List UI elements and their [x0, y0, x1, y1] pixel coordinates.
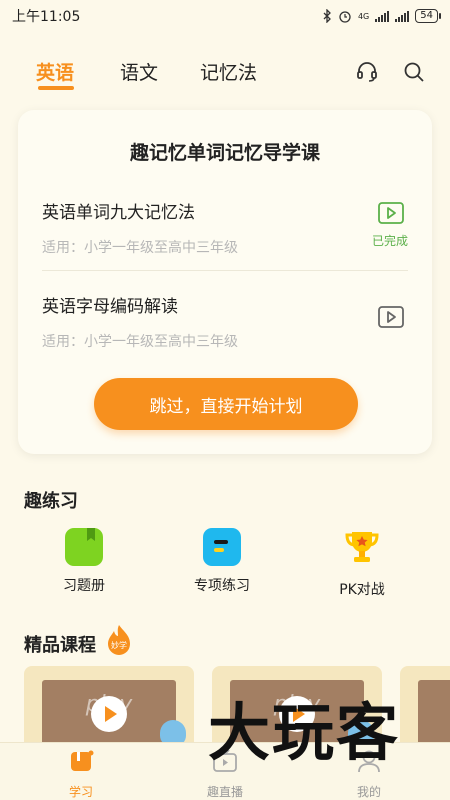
guide-course-card: 趣记忆单词记忆导学课 英语单词九大记忆法 适用：小学一年级至高中三年级 已完成 …	[18, 110, 432, 454]
trophy-icon	[345, 532, 379, 562]
status-bar: 上午11:05 4G 54	[0, 0, 450, 32]
practice-label: 习题册	[63, 578, 105, 594]
signal-icon-2	[395, 10, 410, 22]
practice-label: PK对战	[339, 582, 385, 598]
tab-chinese[interactable]: 语文	[120, 58, 158, 85]
signal-icon	[375, 10, 390, 22]
bluetooth-icon	[323, 9, 331, 23]
bottom-nav-label: 我的	[356, 785, 381, 799]
lesson-item-memory-methods[interactable]: 英语单词九大记忆法 适用：小学一年级至高中三年级 已完成	[42, 198, 408, 257]
watermark-text: 大玩客	[208, 696, 401, 769]
lesson-status: 已完成	[371, 234, 408, 248]
hot-badge-label: 妙学	[111, 640, 127, 650]
guide-title: 趣记忆单词记忆导学课	[129, 142, 320, 164]
battery-icon: 54	[415, 9, 441, 23]
tab-english[interactable]: 英语	[36, 58, 74, 85]
bottom-nav-label: 学习	[68, 785, 93, 799]
lesson-subtitle: 适用：小学一年级至高中三年级	[42, 240, 238, 256]
exercise-book-icon	[65, 528, 103, 566]
lesson-item-letter-coding[interactable]: 英语字母编码解读 适用：小学一年级至高中三年级	[42, 292, 408, 351]
lesson-title: 英语字母编码解读	[42, 297, 178, 317]
tab-memory-method[interactable]: 记忆法	[200, 58, 257, 85]
study-icon	[71, 750, 94, 771]
top-nav: 英语 语文 记忆法	[0, 48, 450, 96]
special-practice-icon	[203, 528, 241, 566]
lesson-divider	[42, 270, 408, 271]
hot-badge-icon: 妙学	[108, 625, 130, 655]
status-time: 上午11:05	[12, 9, 81, 25]
bottom-nav-study[interactable]: 学习	[51, 749, 111, 800]
bottom-nav-label: 趣直播	[206, 785, 243, 799]
lesson-title: 英语单词九大记忆法	[42, 203, 195, 223]
practice-special[interactable]: 专项练习	[177, 528, 267, 595]
alarm-icon	[339, 11, 351, 23]
search-icon[interactable]	[402, 60, 426, 84]
course-thumbnail	[418, 680, 450, 746]
network-label: 4G	[357, 11, 370, 21]
active-tab-indicator	[38, 86, 74, 90]
practice-pk-battle[interactable]: PK对战	[317, 528, 407, 599]
courses-section-title: 精品课程	[24, 635, 96, 656]
play-button-icon[interactable]	[91, 696, 127, 732]
course-card[interactable]	[400, 666, 450, 746]
play-icon[interactable]	[378, 306, 404, 328]
lesson-subtitle: 适用：小学一年级至高中三年级	[42, 334, 238, 350]
course-card[interactable]: play	[24, 666, 194, 746]
practice-section-title: 趣练习	[24, 491, 78, 512]
practice-exercise-book[interactable]: 习题册	[39, 528, 129, 595]
practice-label: 专项练习	[194, 578, 250, 594]
headset-icon[interactable]	[355, 60, 379, 84]
status-icons: 4G 54	[323, 9, 441, 23]
skip-start-plan-button[interactable]: 跳过，直接开始计划	[94, 378, 358, 430]
play-icon[interactable]	[378, 202, 404, 224]
